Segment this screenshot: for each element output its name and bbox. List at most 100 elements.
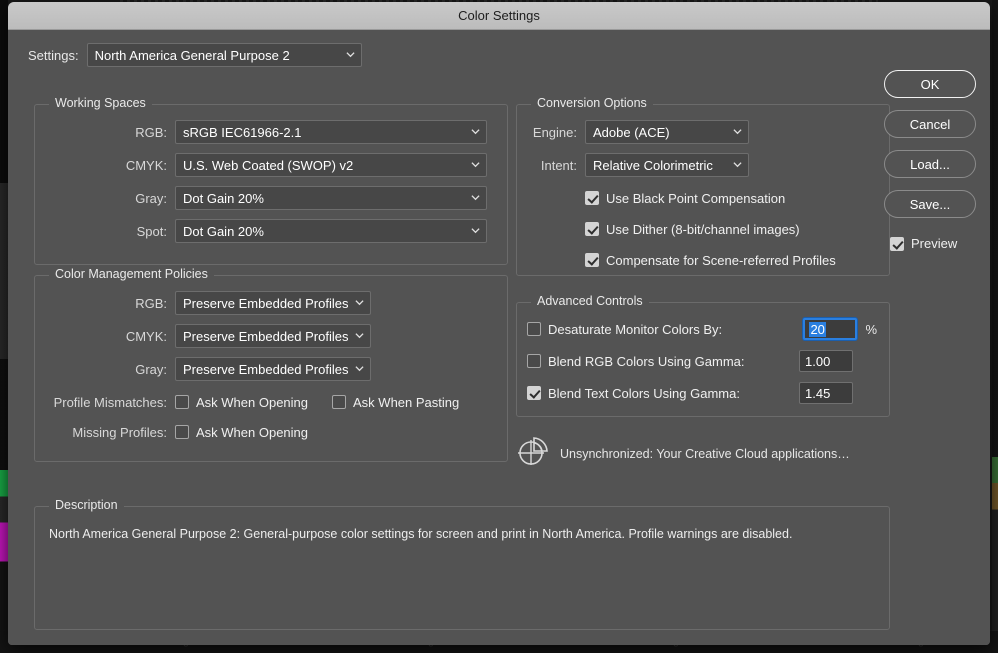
policy-value-gray: Preserve Embedded Profiles bbox=[183, 361, 349, 377]
load-button[interactable]: Load... bbox=[884, 150, 976, 178]
working-spaces-group: Working Spaces RGB: sRGB IEC61966-2.1 CM… bbox=[34, 96, 508, 265]
policy-row-rgb: RGB: Preserve Embedded Profiles bbox=[35, 290, 493, 316]
working-space-value-cmyk: U.S. Web Coated (SWOP) v2 bbox=[183, 157, 354, 173]
compensate-scene-referred-row: Compensate for Scene-referred Profiles bbox=[523, 247, 877, 273]
conversion-options-legend: Conversion Options bbox=[531, 96, 653, 110]
conversion-intent-value: Relative Colorimetric bbox=[593, 157, 713, 173]
checkbox-box bbox=[890, 236, 904, 251]
chevron-down-icon bbox=[355, 364, 365, 373]
conversion-options-group: Conversion Options Engine: Adobe (ACE) I… bbox=[516, 96, 890, 276]
working-space-row-spot: Spot: Dot Gain 20% bbox=[35, 218, 493, 244]
sync-status-text: Unsynchronized: Your Creative Cloud appl… bbox=[560, 446, 850, 461]
policy-select-rgb[interactable]: Preserve Embedded Profiles bbox=[175, 291, 372, 315]
use-black-point-compensation-checkbox[interactable]: Use Black Point Compensation bbox=[585, 191, 785, 206]
blend-rgb-colors-gamma-value: 1.00 bbox=[805, 353, 831, 369]
blend-text-colors-gamma-value: 1.45 bbox=[805, 385, 831, 401]
use-black-point-compensation-row: Use Black Point Compensation bbox=[523, 185, 877, 211]
desaturate-monitor-colors-row: Desaturate Monitor Colors By: 20 % bbox=[527, 316, 877, 342]
working-space-value-gray: Dot Gain 20% bbox=[183, 190, 264, 206]
policy-select-gray[interactable]: Preserve Embedded Profiles bbox=[175, 357, 372, 381]
working-space-label-spot: Spot: bbox=[136, 223, 167, 239]
policy-value-cmyk: Preserve Embedded Profiles bbox=[183, 328, 349, 344]
settings-label: Settings: bbox=[28, 47, 79, 63]
checkbox-box bbox=[585, 222, 599, 236]
blend-text-colors-row: Blend Text Colors Using Gamma: 1.45 bbox=[527, 380, 877, 406]
save-button[interactable]: Save... bbox=[884, 190, 976, 218]
settings-preset-select[interactable]: North America General Purpose 2 bbox=[86, 43, 362, 67]
blend-text-colors-gamma-input[interactable]: 1.45 bbox=[799, 382, 853, 404]
compensate-scene-referred-profiles-checkbox[interactable]: Compensate for Scene-referred Profiles bbox=[585, 253, 836, 268]
working-space-label-gray: Gray: bbox=[135, 190, 167, 206]
checkbox-box bbox=[527, 386, 541, 400]
chevron-down-icon bbox=[471, 193, 480, 202]
checkbox-box bbox=[332, 395, 347, 409]
use-dither-checkbox[interactable]: Use Dither (8-bit/channel images) bbox=[585, 222, 800, 237]
advanced-controls-legend: Advanced Controls bbox=[531, 294, 649, 308]
advanced-controls-group: Advanced Controls Desaturate Monitor Col… bbox=[516, 294, 890, 417]
policy-row-gray: Gray: Preserve Embedded Profiles bbox=[35, 356, 493, 382]
checkbox-label: Ask When Opening bbox=[196, 394, 309, 410]
blend-rgb-colors-using-gamma-checkbox[interactable]: Blend RGB Colors Using Gamma: bbox=[527, 354, 745, 369]
missing-profiles-ask-when-opening-checkbox[interactable]: Ask When Opening bbox=[175, 425, 308, 440]
checkbox-label: Use Dither (8-bit/channel images) bbox=[606, 221, 800, 237]
working-space-select-rgb[interactable]: sRGB IEC61966-2.1 bbox=[175, 120, 487, 144]
chevron-down-icon bbox=[471, 127, 480, 136]
preview-checkbox[interactable]: Preview bbox=[890, 236, 957, 251]
working-space-select-cmyk[interactable]: U.S. Web Coated (SWOP) v2 bbox=[175, 153, 487, 177]
color-management-policies-group: Color Management Policies RGB: Preserve … bbox=[34, 267, 508, 462]
settings-preset-row: Settings: North America General Purpose … bbox=[8, 42, 990, 68]
policy-label-rgb: RGB: bbox=[135, 295, 167, 311]
working-spaces-legend: Working Spaces bbox=[49, 96, 152, 110]
dialog-titlebar[interactable]: Color Settings bbox=[8, 2, 990, 30]
chevron-down-icon bbox=[346, 50, 355, 59]
conversion-intent-select[interactable]: Relative Colorimetric bbox=[585, 153, 749, 177]
working-space-select-spot[interactable]: Dot Gain 20% bbox=[175, 219, 487, 243]
dialog-title: Color Settings bbox=[458, 8, 540, 23]
chevron-down-icon bbox=[471, 226, 480, 235]
checkbox-box bbox=[175, 395, 189, 409]
ok-button[interactable]: OK bbox=[884, 70, 976, 98]
desaturate-monitor-colors-value: 20 bbox=[809, 321, 826, 337]
policy-select-cmyk[interactable]: Preserve Embedded Profiles bbox=[175, 324, 372, 348]
checkbox-label: Preview bbox=[911, 236, 958, 251]
dialog-body: Settings: North America General Purpose … bbox=[8, 30, 990, 645]
conversion-intent-row: Intent: Relative Colorimetric bbox=[523, 152, 877, 178]
chevron-down-icon bbox=[471, 160, 480, 169]
conversion-engine-select[interactable]: Adobe (ACE) bbox=[585, 120, 749, 144]
desaturate-monitor-colors-checkbox[interactable]: Desaturate Monitor Colors By: bbox=[527, 322, 722, 337]
use-dither-row: Use Dither (8-bit/channel images) bbox=[523, 216, 877, 242]
checkbox-label: Desaturate Monitor Colors By: bbox=[548, 321, 723, 337]
checkbox-label: Blend RGB Colors Using Gamma: bbox=[548, 353, 745, 369]
working-space-label-cmyk: CMYK: bbox=[125, 157, 167, 173]
profile-mismatches-ask-when-opening-checkbox[interactable]: Ask When Opening bbox=[175, 395, 308, 410]
blend-rgb-colors-gamma-input[interactable]: 1.00 bbox=[799, 350, 853, 372]
cancel-button[interactable]: Cancel bbox=[884, 110, 976, 138]
missing-profiles-label: Missing Profiles: bbox=[72, 424, 167, 440]
working-space-value-spot: Dot Gain 20% bbox=[183, 223, 264, 239]
checkbox-label: Ask When Opening bbox=[196, 424, 309, 440]
blend-rgb-colors-row: Blend RGB Colors Using Gamma: 1.00 bbox=[527, 348, 877, 374]
policy-label-gray: Gray: bbox=[135, 361, 167, 377]
checkbox-label: Blend Text Colors Using Gamma: bbox=[548, 385, 740, 401]
desaturate-monitor-colors-input[interactable]: 20 bbox=[803, 318, 858, 340]
settings-preset-value: North America General Purpose 2 bbox=[94, 47, 290, 63]
checkbox-box bbox=[585, 253, 599, 267]
policy-row-cmyk: CMYK: Preserve Embedded Profiles bbox=[35, 323, 493, 349]
percent-label: % bbox=[865, 321, 877, 337]
sync-status-notice: Unsynchronized: Your Creative Cloud appl… bbox=[516, 434, 850, 473]
conversion-engine-row: Engine: Adobe (ACE) bbox=[523, 119, 877, 145]
working-space-row-gray: Gray: Dot Gain 20% bbox=[35, 185, 493, 211]
blend-text-colors-using-gamma-checkbox[interactable]: Blend Text Colors Using Gamma: bbox=[527, 386, 740, 401]
profile-mismatches-ask-when-pasting-checkbox[interactable]: Ask When Pasting bbox=[332, 395, 459, 410]
color-sync-icon bbox=[516, 434, 550, 473]
chevron-down-icon bbox=[733, 160, 742, 169]
description-legend: Description bbox=[49, 498, 124, 512]
chevron-down-icon bbox=[733, 127, 742, 136]
working-space-row-rgb: RGB: sRGB IEC61966-2.1 bbox=[35, 119, 493, 145]
working-space-label-rgb: RGB: bbox=[135, 124, 167, 140]
profile-mismatches-row: Profile Mismatches: Ask When Opening Ask… bbox=[35, 389, 493, 415]
working-space-select-gray[interactable]: Dot Gain 20% bbox=[175, 186, 487, 210]
backdrop-left-thumbnail-strip bbox=[0, 0, 8, 653]
missing-profiles-row: Missing Profiles: Ask When Opening bbox=[35, 419, 493, 445]
policy-value-rgb: Preserve Embedded Profiles bbox=[183, 295, 349, 311]
